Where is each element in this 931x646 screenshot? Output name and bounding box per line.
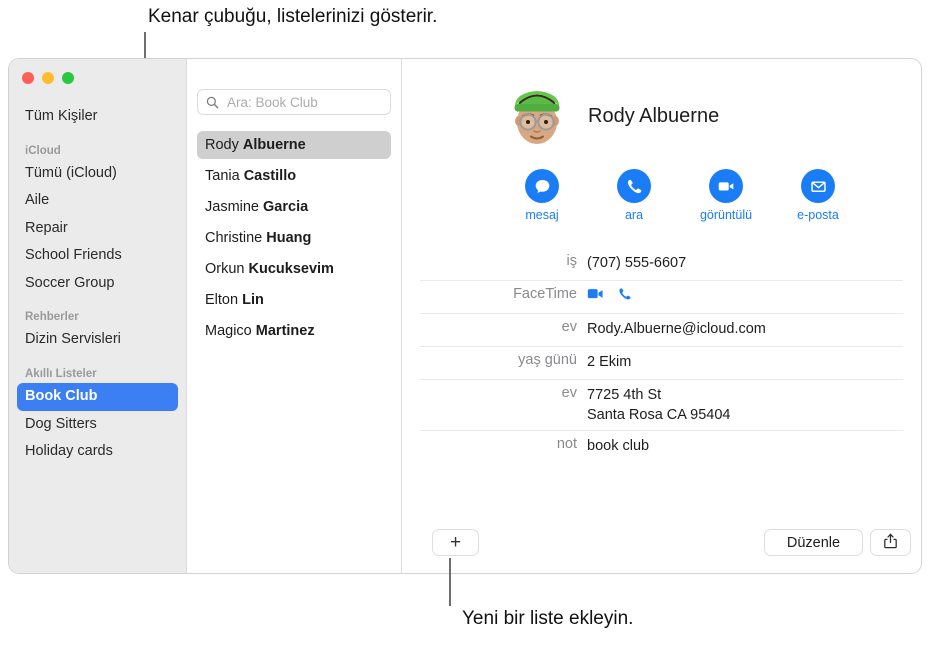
share-icon — [883, 533, 898, 553]
call-button[interactable]: ara — [606, 169, 662, 222]
sidebar-list: Tüm Kişiler iCloud Tümü (iCloud) Aile Re… — [9, 84, 186, 466]
sidebar-header-smart-lists: Akıllı Listeler — [25, 367, 97, 380]
sidebar-item-all-contacts[interactable]: Tüm Kişiler — [17, 103, 178, 131]
add-list-button[interactable]: + — [432, 529, 479, 556]
contact-last-name: Lin — [242, 292, 264, 308]
callout-sidebar-text: Kenar çubuğu, listelerinizi gösterir. — [148, 6, 438, 27]
zoom-button[interactable] — [62, 72, 74, 84]
field-value: 7725 4th St Santa Rosa CA 95404 — [587, 385, 731, 425]
contact-last-name: Kucuksevim — [248, 261, 334, 277]
action-buttons: mesaj ara görüntülü e-posta — [514, 169, 903, 222]
field-value: 2 Ekim — [587, 354, 632, 370]
action-label: ara — [624, 208, 644, 222]
field-label: ev — [561, 319, 577, 335]
field-label: ev — [561, 385, 577, 401]
contact-last-name: Albuerne — [242, 137, 306, 153]
address-line-2: Santa Rosa CA 95404 — [587, 407, 731, 423]
contact-fields: iş (707) 555-6607 FaceTime ev Rody.Albue… — [420, 248, 903, 463]
contact-list-item[interactable]: Magico Martinez — [197, 317, 391, 345]
sidebar-header-rehberler: Rehberler — [25, 311, 79, 324]
video-call-button[interactable]: görüntülü — [698, 169, 754, 222]
mail-icon — [801, 169, 835, 203]
field-value: Rody.Albuerne@icloud.com — [587, 321, 766, 337]
contact-list-column: Rody Albuerne Tania Castillo Jasmine Gar… — [186, 59, 401, 573]
contact-first-name: Jasmine — [205, 199, 264, 215]
contact-list-item[interactable]: Orkun Kucuksevim — [197, 255, 391, 283]
contact-first-name: Orkun — [205, 261, 249, 277]
window-controls — [9, 59, 186, 84]
email-button[interactable]: e-posta — [790, 169, 846, 222]
sidebar-header-icloud: iCloud — [25, 144, 61, 157]
contact-list-item[interactable]: Christine Huang — [197, 224, 391, 252]
contact-first-name: Magico — [205, 323, 256, 339]
sidebar-item-holiday-cards[interactable]: Holiday cards — [17, 438, 178, 466]
contact-last-name: Garcia — [263, 199, 309, 215]
field-label: iş — [566, 253, 577, 269]
contact-list: Rody Albuerne Tania Castillo Jasmine Gar… — [197, 131, 391, 345]
contacts-window: Tüm Kişiler iCloud Tümü (iCloud) Aile Re… — [8, 58, 922, 574]
sidebar: Tüm Kişiler iCloud Tümü (iCloud) Aile Re… — [9, 59, 186, 573]
minimize-button[interactable] — [42, 72, 54, 84]
sidebar-item-repair[interactable]: Repair — [17, 215, 178, 243]
field-value: book club — [587, 438, 650, 454]
field-row-home-address[interactable]: ev 7725 4th St Santa Rosa CA 95404 — [420, 380, 903, 431]
address-line-1: 7725 4th St — [587, 387, 662, 403]
message-icon — [525, 169, 559, 203]
sidebar-item-aile[interactable]: Aile — [17, 187, 178, 215]
close-button[interactable] — [22, 72, 34, 84]
field-row-note[interactable]: not book club — [420, 431, 903, 463]
contact-first-name: Rody — [205, 137, 243, 153]
contact-first-name: Tania — [205, 168, 244, 184]
sidebar-item-all-icloud[interactable]: Tümü (iCloud) — [17, 160, 178, 188]
field-label: yaş günü — [518, 352, 577, 368]
field-row-work-phone[interactable]: iş (707) 555-6607 — [420, 248, 903, 281]
callout-add-list-text: Yeni bir liste ekleyin. — [462, 608, 634, 629]
phone-icon — [617, 169, 651, 203]
sidebar-item-book-club[interactable]: Book Club — [17, 382, 178, 411]
edit-button[interactable]: Düzenle — [764, 529, 863, 556]
contact-header: Rody Albuerne — [420, 85, 903, 147]
field-value — [587, 286, 632, 307]
field-row-facetime[interactable]: FaceTime — [420, 281, 903, 314]
contact-first-name: Elton — [205, 292, 243, 308]
action-label: görüntülü — [699, 208, 753, 222]
message-button[interactable]: mesaj — [514, 169, 570, 222]
facetime-video-icon[interactable] — [587, 287, 605, 307]
contact-list-item[interactable]: Tania Castillo — [197, 162, 391, 190]
field-label: FaceTime — [513, 286, 577, 302]
action-label: mesaj — [525, 208, 559, 222]
search-icon — [206, 96, 219, 109]
field-row-home-email[interactable]: ev Rody.Albuerne@icloud.com — [420, 314, 903, 347]
field-row-birthday[interactable]: yaş günü 2 Ekim — [420, 347, 903, 380]
field-label: not — [556, 436, 577, 452]
contact-detail-pane: Rody Albuerne mesaj ara görüntülü e-post… — [401, 59, 921, 573]
share-button[interactable] — [870, 529, 911, 556]
contact-list-item[interactable]: Elton Lin — [197, 286, 391, 314]
contact-list-item[interactable]: Rody Albuerne — [197, 131, 391, 159]
bottom-toolbar: + Düzenle — [402, 517, 921, 573]
search-input[interactable] — [225, 93, 382, 111]
action-label: e-posta — [797, 208, 839, 222]
contact-last-name: Martinez — [255, 323, 315, 339]
contact-last-name: Castillo — [243, 168, 297, 184]
contact-first-name: Christine — [205, 230, 267, 246]
sidebar-item-directory-services[interactable]: Dizin Servisleri — [17, 326, 178, 354]
contact-list-item[interactable]: Jasmine Garcia — [197, 193, 391, 221]
sidebar-item-dog-sitters[interactable]: Dog Sitters — [17, 411, 178, 439]
facetime-audio-icon[interactable] — [617, 286, 632, 307]
callout-add-list-leader-line — [449, 558, 451, 606]
video-icon — [709, 169, 743, 203]
field-value: (707) 555-6607 — [587, 255, 687, 271]
memoji-avatar[interactable] — [506, 85, 568, 147]
sidebar-item-school-friends[interactable]: School Friends — [17, 242, 178, 270]
sidebar-item-soccer-group[interactable]: Soccer Group — [17, 270, 178, 298]
contact-last-name: Huang — [266, 230, 312, 246]
search-field[interactable] — [197, 89, 391, 115]
contact-name: Rody Albuerne — [588, 104, 720, 127]
